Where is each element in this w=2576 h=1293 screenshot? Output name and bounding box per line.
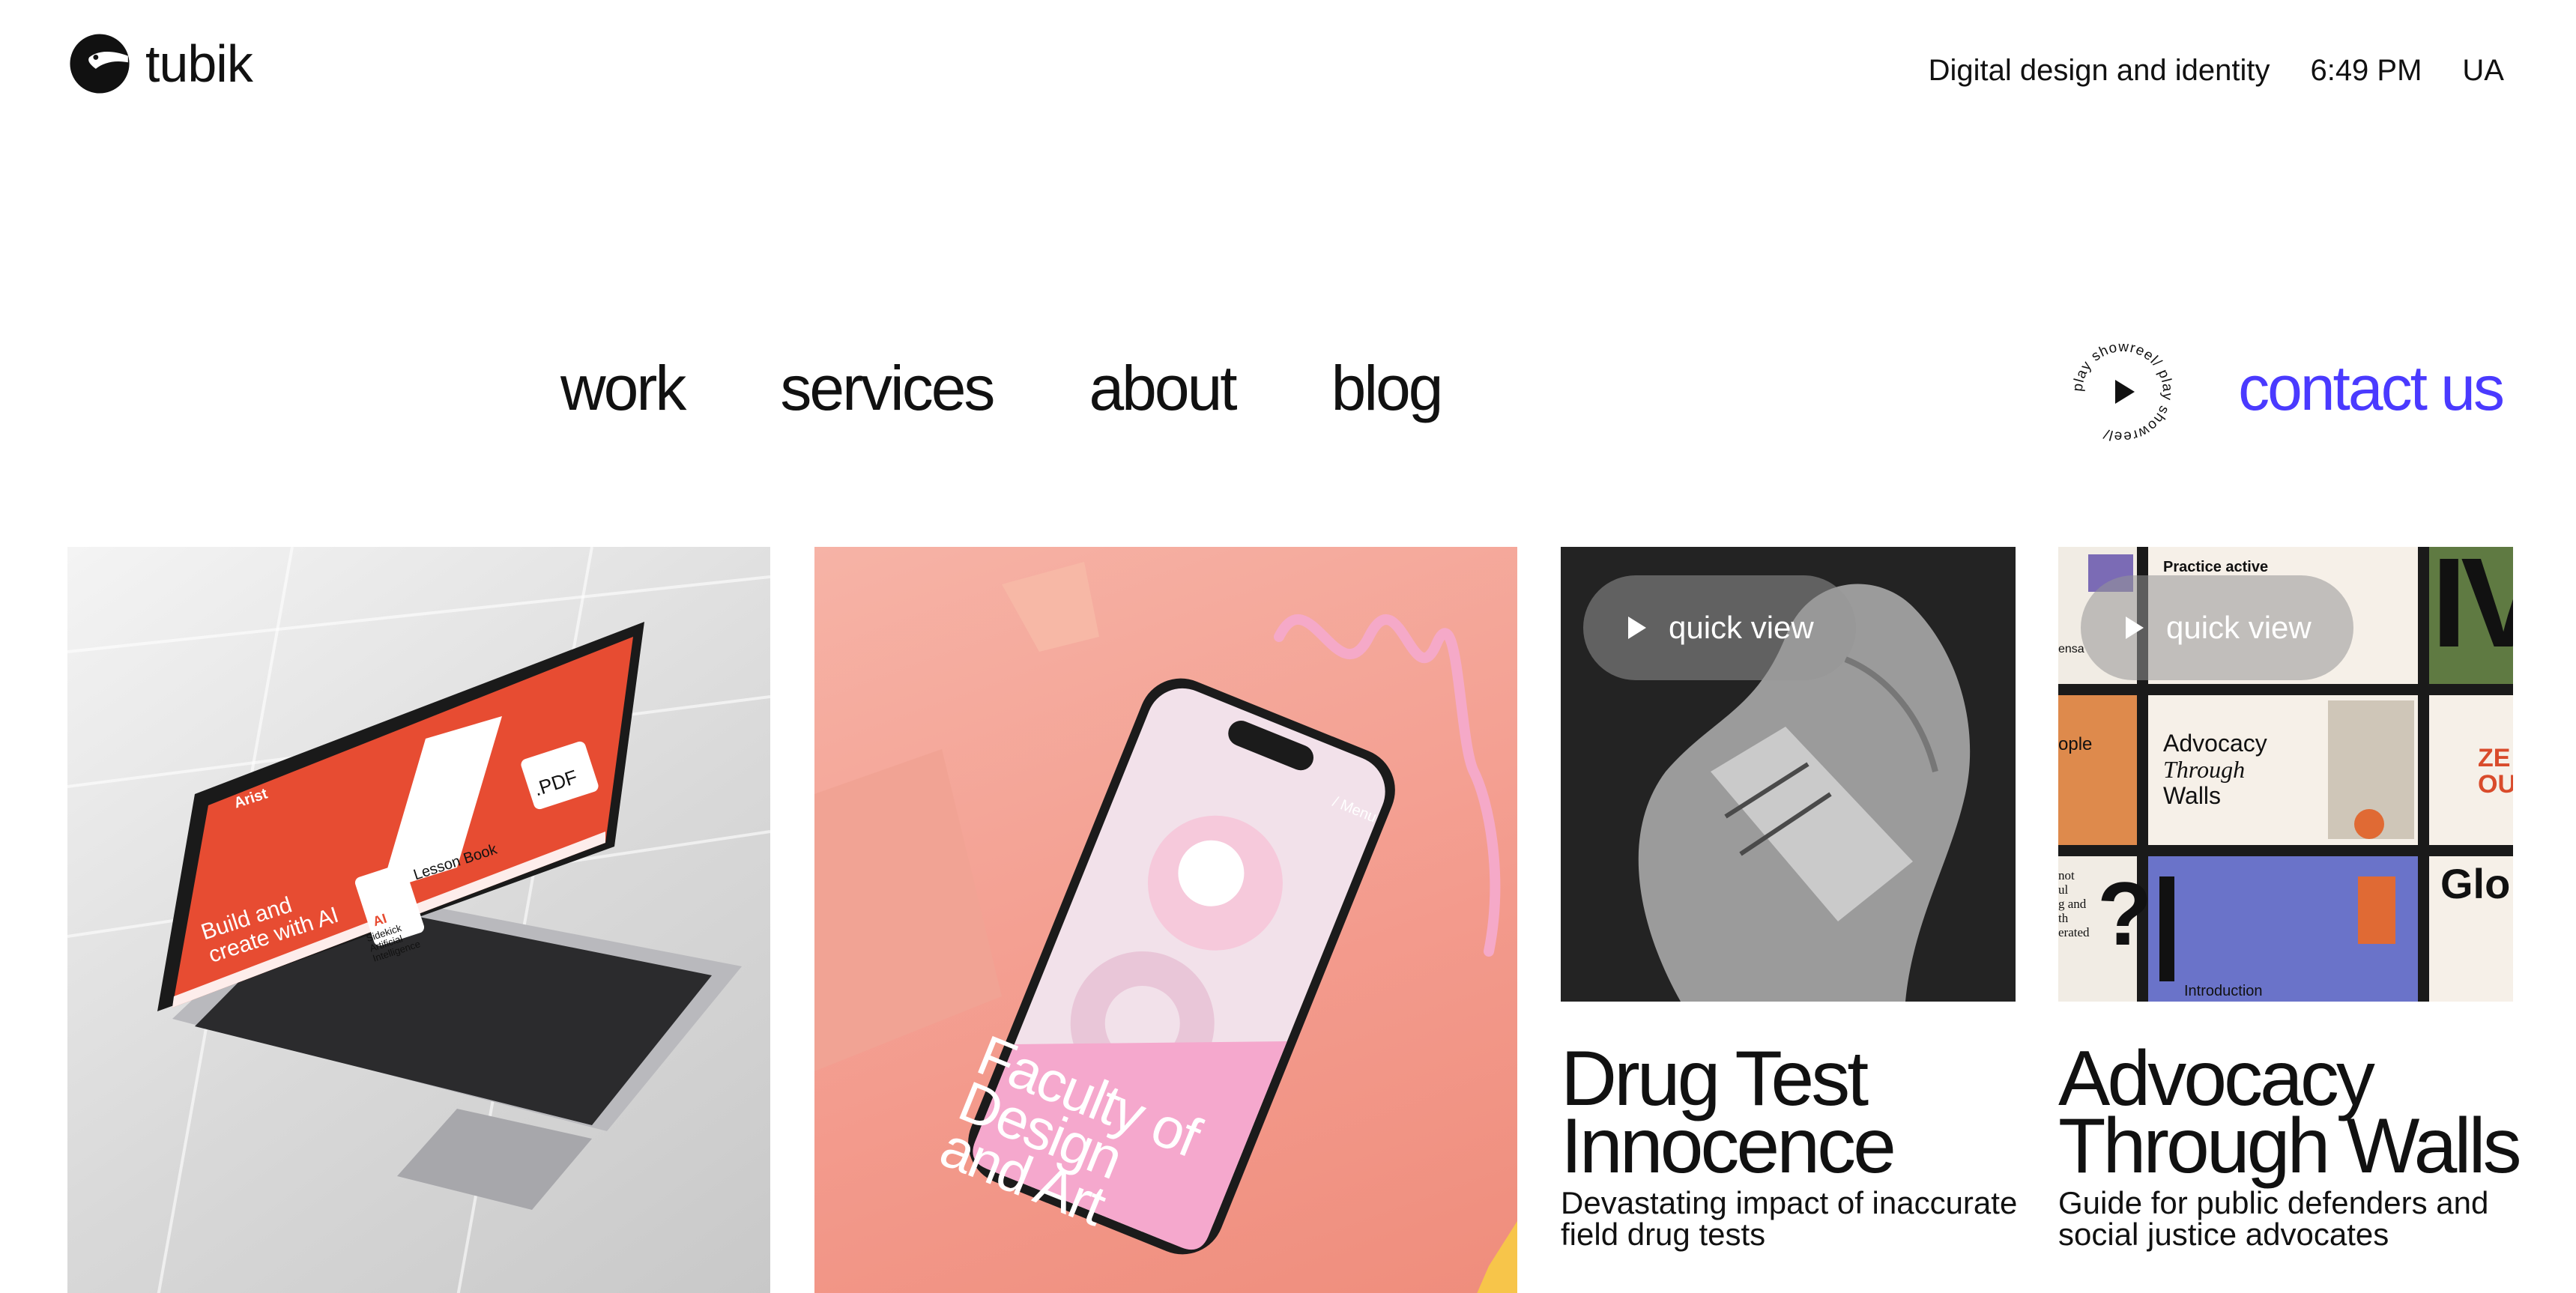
collage-practice-label: Practice active bbox=[2163, 559, 2269, 575]
local-time: 6:49 PM bbox=[2310, 54, 2422, 87]
project-tile-laptop[interactable]: Arist Build and create with AI Lesson Bo… bbox=[67, 547, 770, 1293]
project-tile-drug-test[interactable]: quick view bbox=[1561, 547, 2016, 1002]
main-nav: work services about blog bbox=[560, 352, 1444, 425]
collage-big-letters: IV bbox=[2431, 547, 2513, 674]
collage-fragment-col-5: erated bbox=[2058, 925, 2090, 939]
header-meta: Digital design and identity 6:49 PM UA bbox=[1929, 54, 2504, 88]
brand-name: tubik bbox=[145, 34, 253, 93]
tagline: Digital design and identity bbox=[1928, 54, 2270, 87]
play-icon bbox=[1628, 617, 1646, 639]
site-header: tubik Digital design and identity 6:49 P… bbox=[0, 0, 2576, 150]
project-title-advocacy[interactable]: Advocacy Through Walls bbox=[2058, 1040, 2553, 1185]
collage-ze: ZE bbox=[2478, 744, 2511, 772]
collage-advocacy-line-1: Advocacy bbox=[2163, 730, 2267, 757]
showreel-ring: play showreel/ play showreel/ bbox=[2070, 339, 2174, 444]
collage-advocacy-line-2: Through bbox=[2163, 756, 2246, 783]
play-icon bbox=[2115, 380, 2135, 404]
collage-introduction: Introduction bbox=[2184, 983, 2263, 999]
collage-ou: OU bbox=[2478, 770, 2513, 799]
laptop-illustration bbox=[67, 547, 770, 1293]
contact-us-link[interactable]: contact us bbox=[2238, 352, 2505, 425]
project-title-drug-test[interactable]: Drug Test Innocence bbox=[1561, 1040, 2040, 1185]
nav-blog[interactable]: blog bbox=[1331, 352, 1444, 425]
collage-fragment-col-2: ul bbox=[2058, 882, 2069, 897]
collage-fragment-col-1: not bbox=[2058, 868, 2075, 882]
nav-services[interactable]: services bbox=[780, 352, 995, 425]
logo-bird-icon bbox=[70, 34, 130, 94]
play-icon bbox=[2126, 617, 2144, 639]
collage-question-mark: ? bbox=[2097, 864, 2153, 964]
play-showreel-button[interactable]: play showreel/ play showreel/ bbox=[2070, 339, 2174, 444]
collage-fragment-col-4: th bbox=[2058, 911, 2069, 925]
quick-view-button[interactable]: quick view bbox=[2081, 575, 2353, 680]
nav-about[interactable]: about bbox=[1089, 352, 1237, 425]
collage-advocacy-line-3: Walls bbox=[2163, 782, 2222, 809]
collage-glo: Glo bbox=[2440, 860, 2511, 907]
project-subtitle-advocacy: Guide for public defenders and social ju… bbox=[2058, 1185, 2489, 1252]
quick-view-label: quick view bbox=[2166, 610, 2312, 645]
project-subtitle-drug-test: Devastating impact of inaccurate field d… bbox=[1561, 1185, 2018, 1252]
project-tile-phone[interactable]: / Menu Faculty of Design and Art bbox=[814, 547, 1517, 1293]
language-switch[interactable]: UA bbox=[2462, 54, 2504, 88]
nav-work[interactable]: work bbox=[560, 352, 686, 425]
project-tile-advocacy[interactable]: Practice active ensa IV ople Advocacy Th… bbox=[2058, 547, 2513, 1002]
quick-view-label: quick view bbox=[1669, 610, 1814, 645]
collage-fragment-left: ensa bbox=[2058, 643, 2084, 655]
collage-fragment-col-3: g and bbox=[2058, 897, 2087, 911]
collage-people-label: ople bbox=[2058, 734, 2093, 754]
quick-view-button[interactable]: quick view bbox=[1583, 575, 1856, 680]
logo[interactable]: tubik bbox=[67, 30, 253, 97]
